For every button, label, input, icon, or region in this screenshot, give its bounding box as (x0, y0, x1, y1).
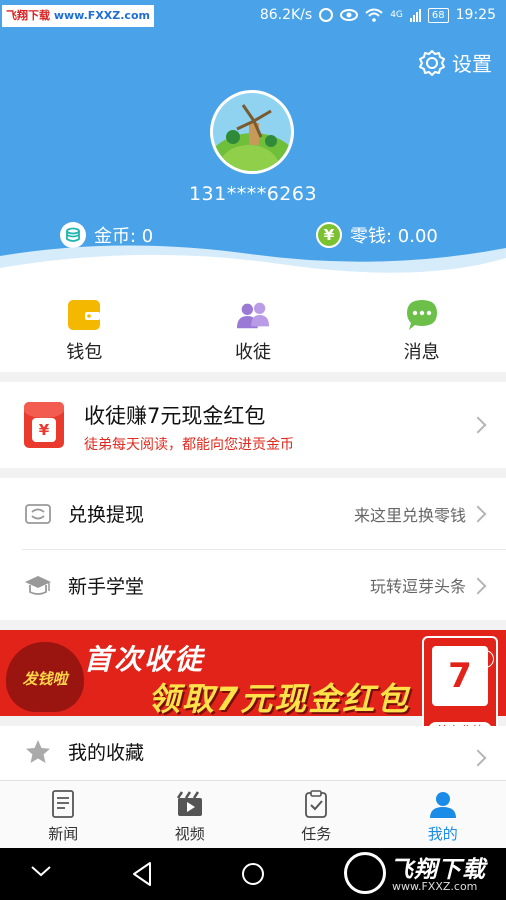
tab-news[interactable]: 新闻 (0, 781, 127, 848)
chevron-right-icon (469, 416, 487, 434)
status-icons: 86.2K/s 4G 68 19:25 (260, 7, 496, 23)
list-item-tutorial-label: 新手学堂 (68, 575, 145, 598)
promo-line2: 领取7元现金红包 (148, 680, 411, 716)
app-root: 飞翔下载 www.FXXZ.com 86.2K/s 4G 68 19:25 设置 (0, 0, 506, 900)
graduation-cap-icon (25, 576, 51, 595)
battery-level: 68 (427, 7, 449, 23)
tab-me[interactable]: 我的 (380, 781, 506, 848)
list-item-tutorial-hint: 玩转逗芽头条 (369, 577, 466, 596)
user-icon (429, 792, 456, 818)
wifi-icon (365, 8, 383, 22)
home-icon[interactable] (240, 861, 266, 887)
clock: 19:25 (455, 7, 496, 23)
invite-banner[interactable]: ¥ 收徒赚7元现金红包 徒弟每天阅读，都能向您进贡金币 (0, 382, 506, 468)
menu-list: 兑换提现 来这里兑换零钱 新手学堂 玩转逗芽头条 (0, 478, 506, 620)
watermark-logo-icon (344, 852, 386, 894)
chevron-right-icon (469, 505, 487, 523)
invite-title: 收徒赚7元现金红包 (84, 404, 266, 428)
exchange-icon (25, 503, 51, 524)
red-envelope-yen: ¥ (32, 418, 56, 442)
tab-me-label: 我的 (427, 825, 458, 843)
chat-icon (405, 298, 439, 332)
header-wave (0, 245, 506, 284)
settings-button[interactable]: 设置 (418, 48, 492, 77)
list-item-exchange-label: 兑换提现 (68, 504, 145, 526)
bottom-nav: 新闻 视频 任务 我的 (0, 780, 506, 848)
list-item-favorites[interactable]: 我的收藏 (0, 726, 506, 780)
settings-label: 设置 (452, 52, 492, 76)
phone-number: 131****6263 (188, 183, 318, 205)
avatar[interactable] (203, 90, 303, 213)
list-item-exchange-hint: 来这里兑换零钱 (353, 505, 466, 525)
back-icon[interactable] (130, 861, 154, 887)
watermark-bottom: 飞翔下载 www.FXXZ.com (340, 846, 506, 900)
tab-tasks-label: 任务 (301, 825, 332, 843)
shortcut-bar: 钱包 收徒 消息 (0, 284, 506, 372)
network-speed: 86.2K/s (259, 7, 313, 23)
list-item-exchange[interactable]: 兑换提现 来这里兑换零钱 (0, 478, 506, 549)
shortcut-disciples[interactable]: 收徒 (169, 284, 338, 372)
chevron-down-icon[interactable] (30, 864, 52, 878)
money-bag-text: 发钱啦 (22, 670, 68, 688)
wallet-icon (67, 298, 101, 332)
tab-news-label: 新闻 (48, 825, 79, 843)
shortcut-messages-label: 消息 (403, 342, 440, 363)
avatar-image (203, 93, 303, 213)
chevron-right-icon (469, 577, 487, 595)
task-icon (305, 790, 328, 818)
list-item-tutorial[interactable]: 新手学堂 玩转逗芽头条 (22, 549, 506, 620)
close-icon[interactable]: × (476, 650, 494, 668)
alarm-icon (319, 8, 334, 22)
watermark-bottom-url: www.FXXZ.com (392, 880, 478, 893)
shortcut-disciples-label: 收徒 (235, 342, 271, 363)
watermark-top: 飞翔下载 www.FXXZ.com (2, 5, 154, 27)
shortcut-wallet[interactable]: 钱包 (0, 284, 169, 372)
profile-header: 设置 131****6263 金币: 0 ¥ 零钱: 0.00 (0, 34, 506, 284)
money-bag-icon: 发钱啦 (6, 642, 84, 712)
people-icon (236, 298, 270, 332)
gear-icon (419, 49, 445, 76)
watermark-url: www.FXXZ.com (53, 9, 150, 22)
chevron-right-icon (469, 749, 487, 767)
watermark-bottom-title: 飞翔下载 (390, 857, 486, 883)
watermark-name: 飞翔下载 (6, 9, 50, 22)
status-bar: 飞翔下载 www.FXXZ.com 86.2K/s 4G 68 19:25 (0, 0, 506, 34)
signal-icon (409, 8, 421, 22)
invite-subtitle: 徒弟每天阅读，都能向您进贡金币 (84, 437, 294, 453)
eye-icon (340, 9, 359, 21)
tab-video[interactable]: 视频 (127, 781, 254, 848)
promo-line1: 首次收徒 (84, 643, 205, 676)
news-icon (52, 790, 75, 818)
tab-video-label: 视频 (174, 825, 205, 843)
favorites-label: 我的收藏 (68, 742, 145, 764)
tab-tasks[interactable]: 任务 (253, 781, 380, 848)
star-icon (26, 740, 50, 763)
red-envelope-icon: ¥ (24, 402, 64, 448)
video-icon (176, 791, 202, 816)
shortcut-wallet-label: 钱包 (66, 342, 103, 363)
network-type: 4G (390, 10, 403, 20)
shortcut-messages[interactable]: 消息 (337, 284, 506, 372)
